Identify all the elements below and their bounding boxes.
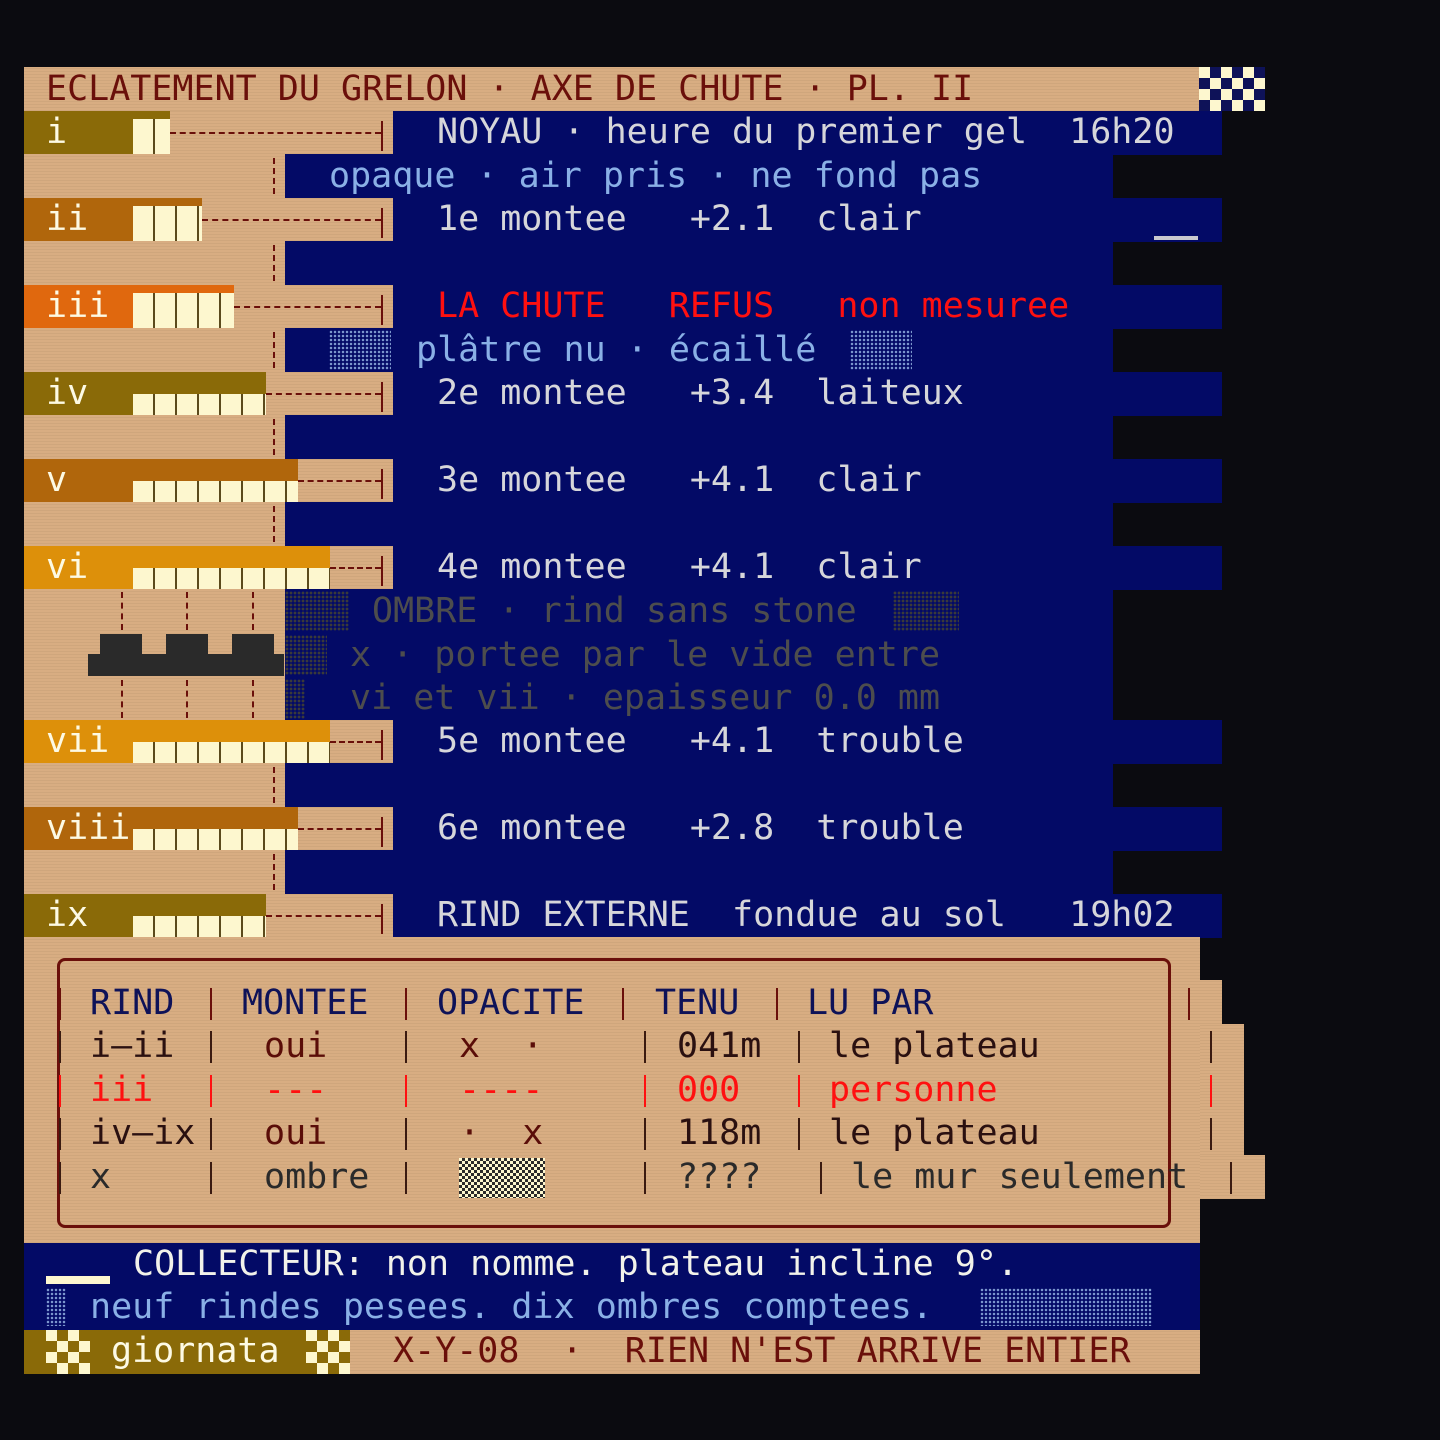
shade-icon	[285, 679, 305, 719]
column-header: RIND	[90, 983, 175, 1023]
layer-text: RIND EXTERNE fondue au sol 19h02	[437, 895, 1175, 935]
layer-fill	[133, 742, 330, 763]
column-header: TENU	[655, 983, 740, 1023]
underscore-icon	[46, 1276, 110, 1284]
layer-fill	[133, 293, 234, 328]
gap-band	[285, 415, 1113, 459]
shadow-pictogram	[88, 634, 286, 676]
table-cell-tenu: 041m	[677, 1026, 762, 1066]
footer-line-1: COLLECTEUR: non nomme. plateau incline 9…	[133, 1244, 1019, 1284]
layer-label: iii	[46, 286, 110, 326]
layer-text: 6e montee +2.8 trouble	[437, 808, 964, 848]
table-cell-rind: i—ii	[90, 1026, 175, 1066]
gap-band	[285, 502, 1113, 546]
layer-fill	[133, 829, 298, 850]
layer-fill	[133, 481, 298, 502]
subline-noyau: opaque · air pris · ne fond pas	[329, 156, 983, 196]
footer-tag: giornata	[111, 1331, 280, 1371]
column-header: LU PAR	[807, 983, 934, 1023]
layer-fill	[133, 206, 202, 241]
table-cell-lu: personne	[829, 1070, 998, 1110]
gap-band	[285, 241, 1113, 285]
layer-label: i	[46, 112, 68, 152]
tick-mark	[1154, 236, 1198, 240]
layer-text: LA CHUTE REFUS non mesuree	[437, 286, 1070, 326]
footer-line-2: neuf rindes pesees. dix ombres comptees.	[90, 1287, 933, 1327]
shadow-line-3: vi et vii · epaisseur 0.0 mm	[350, 678, 941, 718]
table-cell-opacite: ----	[459, 1070, 544, 1110]
shadow-line-1: OMBRE · rind sans stone	[372, 591, 857, 631]
table-cell-lu: le plateau	[829, 1113, 1040, 1153]
layer-fill	[133, 568, 330, 589]
layer-text: 4e montee +4.1 clair	[437, 547, 922, 587]
stipple-icon	[980, 1288, 1152, 1326]
layer-label: ix	[46, 895, 89, 935]
shadow-line-2: x · portee par le vide entre	[350, 635, 941, 675]
layer-text: NOYAU · heure du premier gel 16h20	[437, 112, 1175, 152]
layer-fill	[133, 394, 266, 415]
shade-icon	[459, 1158, 545, 1198]
layer-text: 1e montee +2.1 clair	[437, 199, 922, 239]
stipple-icon	[329, 330, 391, 370]
layer-fill	[133, 916, 266, 937]
page-title: ECLATEMENT DU GRELON · AXE DE CHUTE · PL…	[46, 69, 974, 109]
table-cell-tenu: 118m	[677, 1113, 762, 1153]
gap-band	[285, 763, 1113, 807]
table-cell-lu: le plateau	[829, 1026, 1040, 1066]
subline-chute: plâtre nu · écaillé	[416, 330, 817, 370]
layer-text: 5e montee +4.1 trouble	[437, 721, 964, 761]
footer-code: X-Y-08 · RIEN N'EST ARRIVE ENTIER	[393, 1331, 1131, 1371]
checker-icon	[306, 1330, 350, 1374]
shade-icon	[285, 591, 349, 631]
layer-fill	[133, 119, 170, 154]
layer-label: v	[46, 460, 68, 500]
table-cell-rind: x	[90, 1157, 112, 1197]
stipple-icon	[46, 1288, 66, 1326]
checker-icon	[46, 1330, 90, 1374]
shade-icon	[893, 591, 959, 631]
table-cell-montee: oui	[264, 1026, 328, 1066]
layer-label: iv	[46, 373, 89, 413]
shade-icon	[285, 635, 327, 675]
table-cell-rind: iii	[90, 1070, 154, 1110]
table-cell-rind: iv—ix	[90, 1113, 196, 1153]
layer-label: vi	[46, 547, 89, 587]
table-cell-montee: ombre	[264, 1157, 370, 1197]
stipple-icon	[850, 330, 912, 370]
table-cell-montee: ---	[264, 1070, 328, 1110]
table-cell-lu: le mur seulement	[851, 1157, 1189, 1197]
table-cell-tenu: ????	[677, 1157, 762, 1197]
layer-text: 2e montee +3.4 laiteux	[437, 373, 964, 413]
table-cell-opacite: x ·	[459, 1026, 544, 1066]
layer-label: ii	[46, 199, 89, 239]
gap-band	[285, 850, 1113, 894]
column-header: OPACITE	[437, 983, 585, 1023]
column-header: MONTEE	[242, 983, 369, 1023]
layer-text: 3e montee +4.1 clair	[437, 460, 922, 500]
checker-icon	[1199, 67, 1265, 111]
table-cell-montee: oui	[264, 1113, 328, 1153]
table-cell-opacite: · x	[459, 1113, 544, 1153]
table-cell-tenu: 000	[677, 1070, 741, 1110]
